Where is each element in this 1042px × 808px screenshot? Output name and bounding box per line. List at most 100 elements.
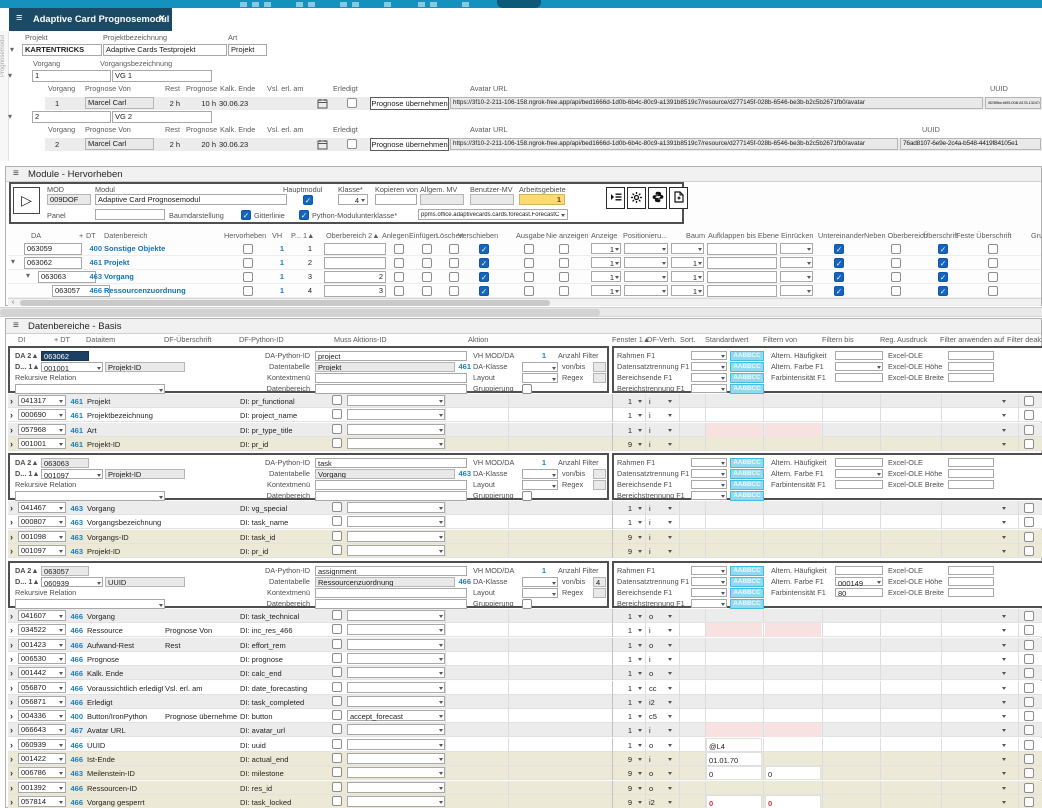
- toolbar-icon[interactable]: [418, 2, 425, 7]
- rekursive-relation-select[interactable]: [15, 599, 165, 609]
- di-id-select[interactable]: 001442: [18, 667, 66, 678]
- muss-checkbox[interactable]: [332, 796, 342, 806]
- scroll-left-button[interactable]: ‹: [8, 299, 18, 307]
- feste-ueberschrift-checkbox[interactable]: [988, 272, 998, 282]
- filter-deaktivieren-checkbox[interactable]: [1024, 768, 1034, 778]
- aktions-id-select[interactable]: [347, 724, 445, 735]
- dataitem-row[interactable]: ›006786463Meilenstein-IDDI: milestone9o0…: [8, 766, 1042, 780]
- aktions-id-select[interactable]: [347, 624, 445, 635]
- aufklappen-field[interactable]: [707, 285, 777, 297]
- muss-checkbox[interactable]: [332, 610, 342, 620]
- di-id-select[interactable]: 060939: [18, 739, 66, 750]
- verschieben-checkbox[interactable]: ✓: [479, 272, 489, 282]
- hervorheben-checkbox[interactable]: [243, 258, 253, 268]
- aufklappen-field[interactable]: [707, 243, 777, 255]
- loeschen-checkbox[interactable]: [449, 272, 459, 282]
- neben-oberbereich-checkbox[interactable]: [891, 258, 901, 268]
- toolbar-active-icon[interactable]: [497, 0, 541, 8]
- toolbar-icon[interactable]: [252, 2, 259, 7]
- color-field-aabbcc[interactable]: AABBCC: [730, 588, 764, 598]
- section-menu-icon[interactable]: ≡: [13, 320, 19, 331]
- panel-field[interactable]: [95, 209, 165, 220]
- module-section-header[interactable]: ≡ Module - Hervorheben: [6, 167, 1041, 182]
- dataitem-row[interactable]: ›034522466RessourcePrognose VonDI: inc_r…: [8, 623, 1042, 637]
- filtern-von-cell[interactable]: [706, 515, 762, 529]
- feste-ueberschrift-checkbox[interactable]: [988, 286, 998, 296]
- filter-deaktivieren-checkbox[interactable]: [1024, 439, 1034, 449]
- filtern-von-cell[interactable]: 0: [706, 766, 762, 780]
- format-select[interactable]: [691, 566, 727, 575]
- einfuegen-checkbox[interactable]: [422, 286, 432, 296]
- neben-oberbereich-checkbox[interactable]: [891, 286, 901, 296]
- prognose-uebernehmen-button[interactable]: Prognose übernehmen: [370, 138, 449, 151]
- mod-field[interactable]: 009DOF: [47, 194, 91, 205]
- filtern-bis-cell[interactable]: [765, 437, 821, 451]
- muss-checkbox[interactable]: [332, 545, 342, 555]
- dataitem-row[interactable]: ›041607466VorgangDI: task_technical1o: [8, 609, 1042, 623]
- di-id-select[interactable]: 000807: [18, 516, 66, 527]
- filtern-bis-cell[interactable]: [765, 723, 821, 737]
- datentabelle-field[interactable]: Ressourcenzuordnung: [315, 577, 455, 587]
- dataitem-row[interactable]: ›001392466Ressourcen-IDDI: res_id9o: [8, 781, 1042, 795]
- positionierung-select[interactable]: [624, 257, 668, 268]
- aktions-id-select[interactable]: [347, 796, 445, 807]
- vorgang-name-field[interactable]: VG 1: [112, 70, 212, 82]
- filtern-von-cell[interactable]: [706, 394, 762, 408]
- color-field-aabbcc[interactable]: AABBCC: [730, 599, 764, 609]
- dataitem-row[interactable]: ›001098463Vorgangs-IDDI: task_id9i: [8, 530, 1042, 544]
- di-id-select[interactable]: 006786: [18, 767, 66, 778]
- layout-select[interactable]: [522, 480, 558, 490]
- toolbar-icon[interactable]: [340, 2, 347, 7]
- format-select[interactable]: [691, 599, 727, 608]
- aktions-id-select[interactable]: [347, 531, 445, 542]
- feste-ueberschrift-checkbox[interactable]: [988, 258, 998, 268]
- untereinander-checkbox[interactable]: ✓: [834, 286, 844, 296]
- muss-checkbox[interactable]: [332, 710, 342, 720]
- prognose-von-field[interactable]: Marcel Carl: [85, 97, 154, 109]
- di-select[interactable]: 001097: [41, 469, 103, 479]
- positionierung-select[interactable]: [624, 285, 668, 296]
- excel-ole-field[interactable]: [948, 480, 994, 489]
- toolbar-icon[interactable]: [352, 2, 359, 7]
- aktions-id-select[interactable]: [347, 739, 445, 750]
- nie-anzeigen-checkbox[interactable]: [559, 258, 569, 268]
- einfuegen-checkbox[interactable]: [422, 258, 432, 268]
- regex-field[interactable]: [593, 588, 606, 598]
- di-name-field[interactable]: Projekt-ID: [105, 362, 185, 372]
- toolbar-icon[interactable]: [384, 2, 391, 7]
- color-field-aabbcc[interactable]: AABBCC: [730, 351, 764, 361]
- section-menu-icon[interactable]: ≡: [13, 168, 19, 179]
- rekursive-relation-select[interactable]: [15, 384, 165, 394]
- aktions-id-select[interactable]: [347, 502, 445, 513]
- muss-checkbox[interactable]: [332, 682, 342, 692]
- dataitem-row[interactable]: ›057814466Vorgang gesperrtDI: task_locke…: [8, 795, 1042, 808]
- muss-checkbox[interactable]: [332, 395, 342, 405]
- aktions-id-select[interactable]: [347, 424, 445, 435]
- gruppierung-checkbox[interactable]: [522, 599, 532, 609]
- filter-deaktivieren-checkbox[interactable]: [1024, 611, 1034, 621]
- dataitem-row[interactable]: ›001001461Projekt-IDDI: pr_id9i: [8, 437, 1042, 451]
- dataitem-row[interactable]: ›041317461ProjektDI: pr_functional1i: [8, 394, 1042, 408]
- da-field[interactable]: 063062: [24, 257, 82, 269]
- filter-deaktivieren-checkbox[interactable]: [1024, 683, 1034, 693]
- di-id-select[interactable]: 004336: [18, 710, 66, 721]
- filter-deaktivieren-checkbox[interactable]: [1024, 740, 1034, 750]
- toolbar-icon[interactable]: [430, 2, 437, 7]
- color-field-aabbcc[interactable]: AABBCC: [730, 373, 764, 383]
- filtern-bis-cell[interactable]: [765, 752, 821, 766]
- filtern-bis-cell[interactable]: [765, 408, 821, 422]
- muss-checkbox[interactable]: [332, 502, 342, 512]
- color-field-aabbcc[interactable]: AABBCC: [730, 458, 764, 468]
- filter-deaktivieren-checkbox[interactable]: [1024, 503, 1034, 513]
- da-field[interactable]: 063059: [24, 243, 82, 255]
- di-id-select[interactable]: 001098: [18, 531, 66, 542]
- toolbar-icon[interactable]: [264, 2, 271, 7]
- datenbereich-row[interactable]: ▾063062461Projekt12✓11✓✓: [8, 256, 1041, 270]
- oberbereich-field[interactable]: 3: [324, 285, 386, 297]
- filtern-von-cell[interactable]: @L4: [706, 738, 762, 752]
- erledigt-checkbox[interactable]: [347, 139, 357, 149]
- uuid-field[interactable]: 0f23f5be-fd95-004f-8178-132474e8386e: [985, 97, 1041, 109]
- dataitem-row[interactable]: ›006530466PrognoseDI: prognose1i: [8, 652, 1042, 666]
- einruecken-select[interactable]: [780, 243, 813, 254]
- filtern-von-cell[interactable]: [706, 623, 762, 637]
